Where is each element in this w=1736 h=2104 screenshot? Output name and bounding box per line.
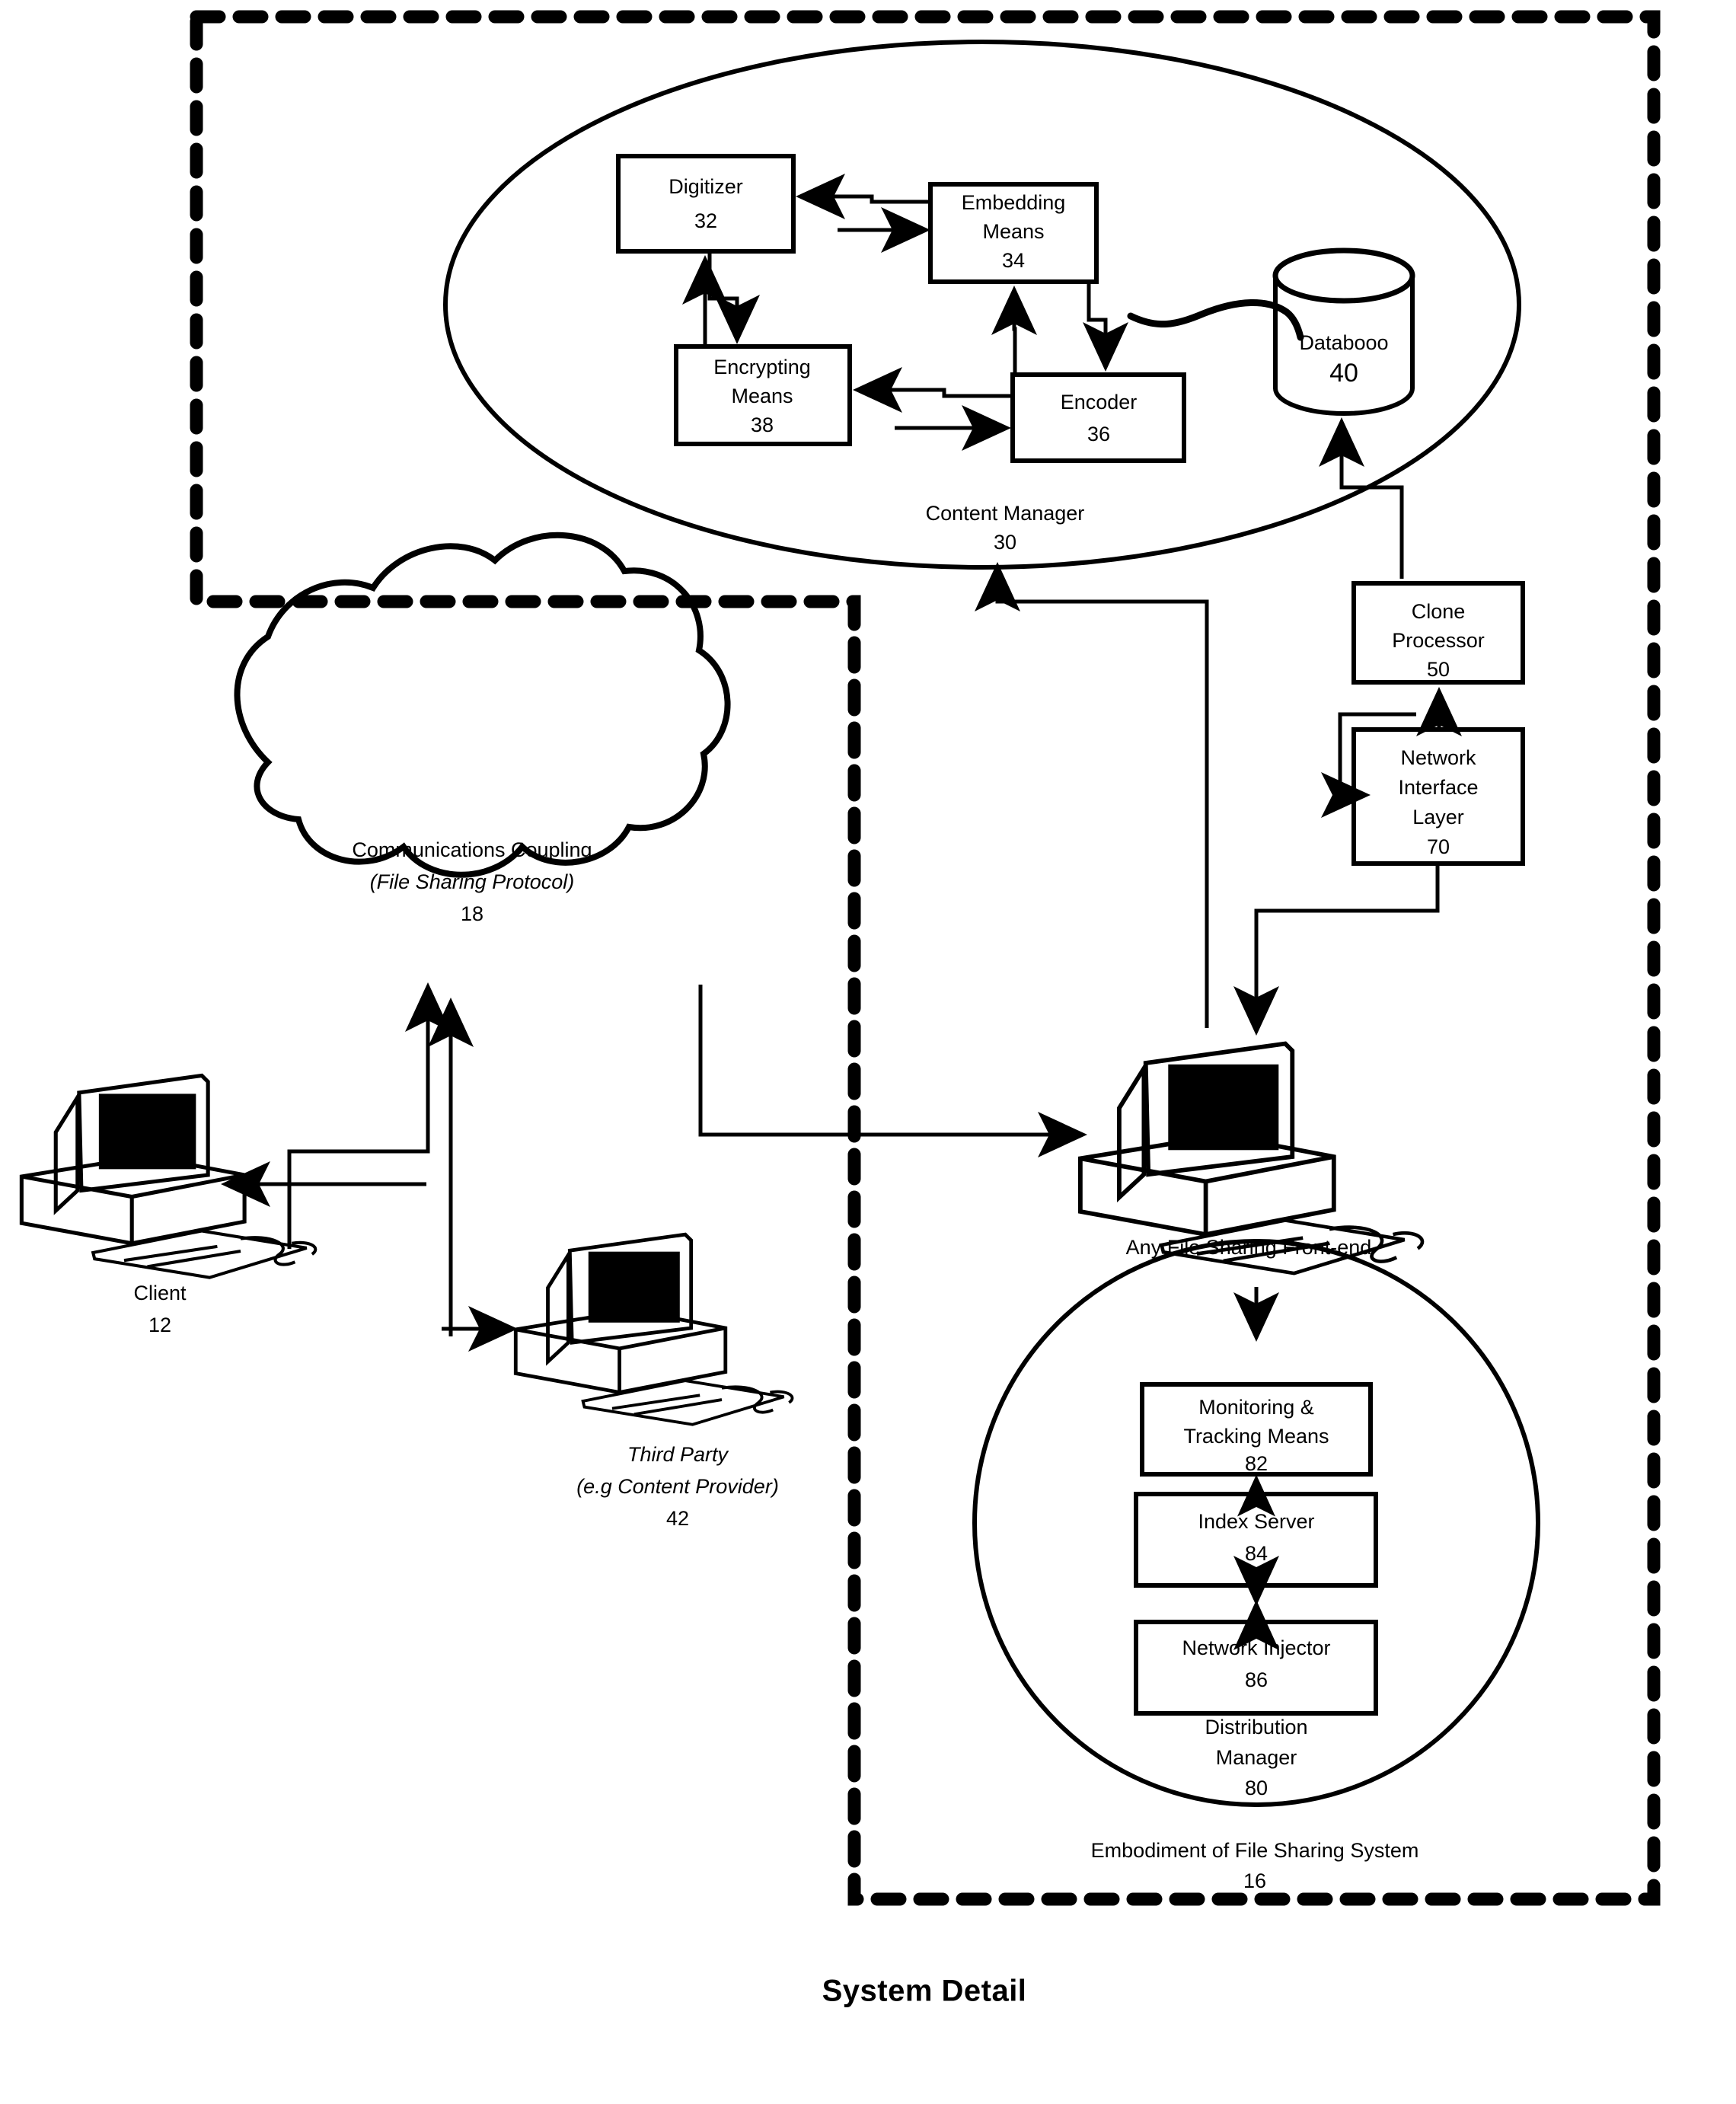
- content-manager-label: Content Manager: [926, 502, 1085, 525]
- client-ref: 12: [148, 1314, 171, 1336]
- file-sharing-system-ref: 16: [1243, 1869, 1266, 1892]
- embedding-means-label-2: Means: [982, 220, 1044, 243]
- monitoring-tracking-ref: 82: [1245, 1452, 1268, 1475]
- encrypting-means-label-2: Means: [731, 385, 793, 407]
- network-interface-layer-label-1: Network: [1400, 746, 1476, 769]
- database-ref: 40: [1329, 359, 1358, 388]
- encrypting-means-ref: 38: [751, 413, 774, 436]
- cloud-label-line2: (File Sharing Protocol): [370, 870, 575, 893]
- embedding-means-ref: 34: [1002, 249, 1025, 272]
- index-server-ref: 84: [1245, 1542, 1268, 1565]
- network-injector-ref: 86: [1245, 1668, 1268, 1691]
- encoder-label: Encoder: [1061, 391, 1138, 413]
- distribution-manager-label-1: Distribution: [1205, 1716, 1307, 1738]
- front-end-label: Any File Sharing Front-end: [1126, 1236, 1372, 1259]
- monitoring-tracking-label-1: Monitoring &: [1198, 1396, 1314, 1419]
- clone-processor-ref: 50: [1427, 658, 1450, 681]
- cloud-ref: 18: [461, 902, 483, 925]
- clone-processor-label-2: Processor: [1392, 629, 1485, 652]
- text-layer: Digitizer 32 Embedding Means 34 Encrypti…: [133, 175, 1485, 2008]
- distribution-manager-ref: 80: [1245, 1777, 1268, 1799]
- third-party-label-line2: (e.g Content Provider): [576, 1475, 779, 1498]
- embedding-means-label-1: Embedding: [962, 191, 1066, 214]
- encrypting-means-label-1: Encrypting: [713, 356, 811, 378]
- cloud-label-line1: Communications Coupling: [352, 838, 592, 861]
- network-interface-layer-label-3: Layer: [1412, 806, 1464, 829]
- third-party-ref: 42: [666, 1507, 689, 1530]
- network-interface-layer-label-2: Interface: [1398, 776, 1478, 799]
- database-label: Databooo: [1299, 331, 1388, 354]
- digitizer-ref: 32: [694, 209, 717, 232]
- file-sharing-system-label: Embodiment of File Sharing System: [1091, 1839, 1419, 1862]
- clone-processor-label-1: Clone: [1412, 600, 1466, 623]
- network-injector-label: Network Injector: [1182, 1636, 1330, 1659]
- third-party-label-line1: Third Party: [627, 1443, 729, 1466]
- figure-title: System Detail: [822, 1975, 1027, 2008]
- figure-page: Digitizer 32 Embedding Means 34 Encrypti…: [0, 0, 1736, 2104]
- content-manager-ref: 30: [994, 531, 1016, 554]
- index-server-label: Index Server: [1198, 1510, 1314, 1533]
- encoder-ref: 36: [1087, 423, 1110, 445]
- client-label: Client: [133, 1282, 187, 1304]
- monitoring-tracking-label-2: Tracking Means: [1183, 1425, 1329, 1448]
- network-interface-layer-ref: 70: [1427, 835, 1450, 858]
- distribution-manager-label-2: Manager: [1216, 1746, 1297, 1769]
- digitizer-label: Digitizer: [669, 175, 743, 198]
